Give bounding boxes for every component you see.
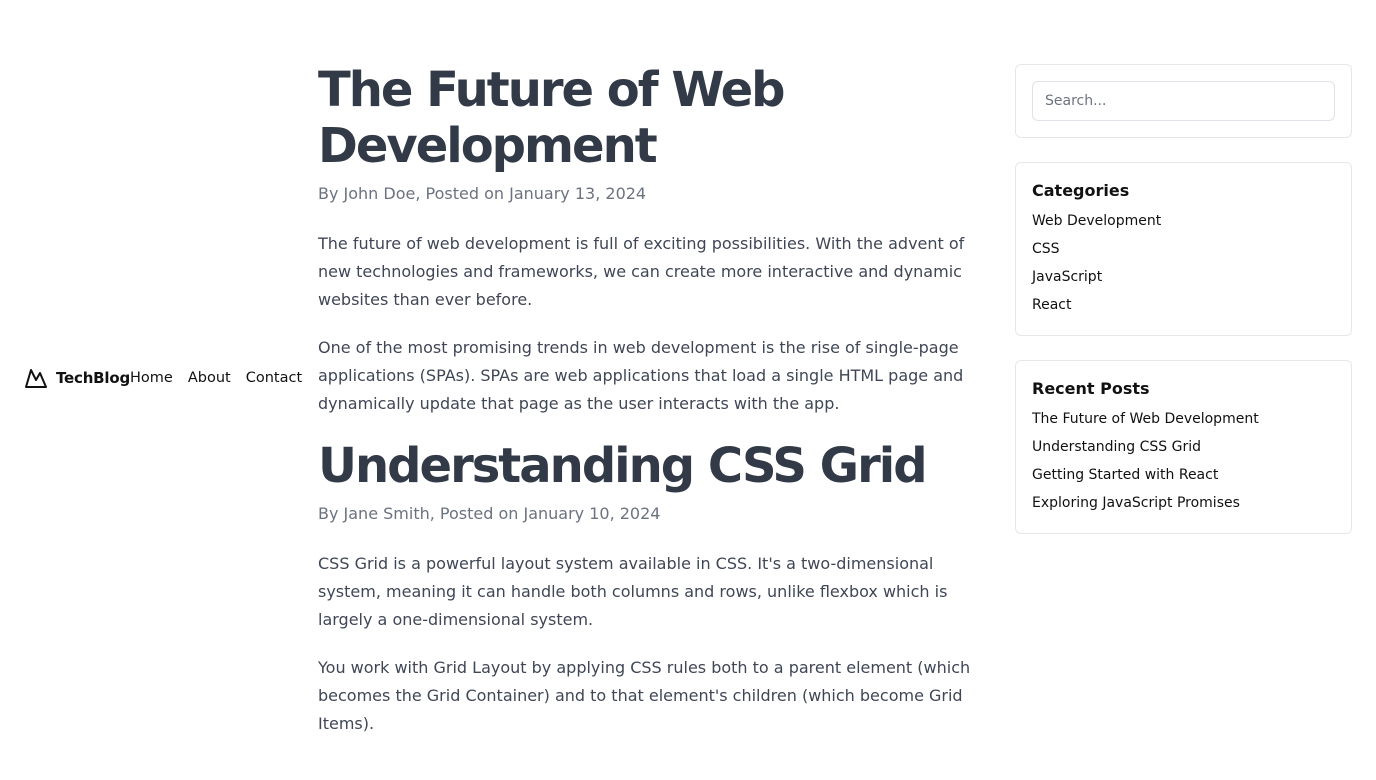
post-paragraph: You work with Grid Layout by applying CS… — [318, 658, 971, 733]
category-item: React — [1032, 291, 1335, 319]
post-title[interactable]: Understanding CSS Grid — [318, 438, 994, 494]
recent-post-item: The Future of Web Development — [1032, 405, 1335, 433]
search-input[interactable] — [1032, 81, 1335, 121]
categories-list: Web Development CSS JavaScript React — [1032, 207, 1335, 319]
recent-post-link[interactable]: Understanding CSS Grid — [1032, 433, 1335, 461]
nav-link-contact[interactable]: Contact — [246, 370, 302, 386]
blog-post: The Future of Web Development By John Do… — [318, 62, 994, 418]
post-paragraph: One of the most promising trends in web … — [318, 338, 964, 413]
recent-post-link[interactable]: Getting Started with React — [1032, 461, 1335, 489]
recent-posts-title: Recent Posts — [1032, 379, 1150, 398]
nav-link-about[interactable]: About — [188, 370, 231, 386]
category-item: CSS — [1032, 235, 1335, 263]
category-link-react[interactable]: React — [1032, 291, 1335, 319]
main-content: The Future of Web Development By John Do… — [318, 62, 994, 738]
categories-card: Categories Web Development CSS JavaScrip… — [1015, 162, 1352, 336]
recent-post-item: Understanding CSS Grid — [1032, 433, 1335, 461]
post-paragraph: CSS Grid is a powerful layout system ava… — [318, 554, 948, 629]
category-item: JavaScript — [1032, 263, 1335, 291]
category-link-css[interactable]: CSS — [1032, 235, 1335, 263]
sidebar: Categories Web Development CSS JavaScrip… — [1015, 64, 1352, 558]
blog-post: Understanding CSS Grid By Jane Smith, Po… — [318, 438, 994, 738]
recent-post-item: Exploring JavaScript Promises — [1032, 489, 1335, 517]
main-nav: TechBlog Home About Contact — [24, 366, 317, 390]
post-title[interactable]: The Future of Web Development — [318, 62, 994, 174]
recent-post-link[interactable]: The Future of Web Development — [1032, 405, 1335, 433]
categories-title: Categories — [1032, 181, 1130, 200]
recent-post-link[interactable]: Exploring JavaScript Promises — [1032, 489, 1335, 517]
nav-links: Home About Contact — [130, 370, 317, 386]
category-item: Web Development — [1032, 207, 1335, 235]
search-card — [1015, 64, 1352, 138]
brand-name[interactable]: TechBlog — [56, 369, 130, 387]
mountain-logo-icon — [25, 369, 47, 388]
recent-posts-card: Recent Posts The Future of Web Developme… — [1015, 360, 1352, 534]
post-meta: By Jane Smith, Posted on January 10, 202… — [318, 504, 661, 523]
recent-posts-list: The Future of Web Development Understand… — [1032, 405, 1335, 517]
recent-post-item: Getting Started with React — [1032, 461, 1335, 489]
post-meta: By John Doe, Posted on January 13, 2024 — [318, 184, 647, 203]
nav-link-home[interactable]: Home — [130, 370, 173, 386]
category-link-javascript[interactable]: JavaScript — [1032, 263, 1335, 291]
post-paragraph: The future of web development is full of… — [318, 234, 965, 309]
category-link-web-development[interactable]: Web Development — [1032, 207, 1335, 235]
